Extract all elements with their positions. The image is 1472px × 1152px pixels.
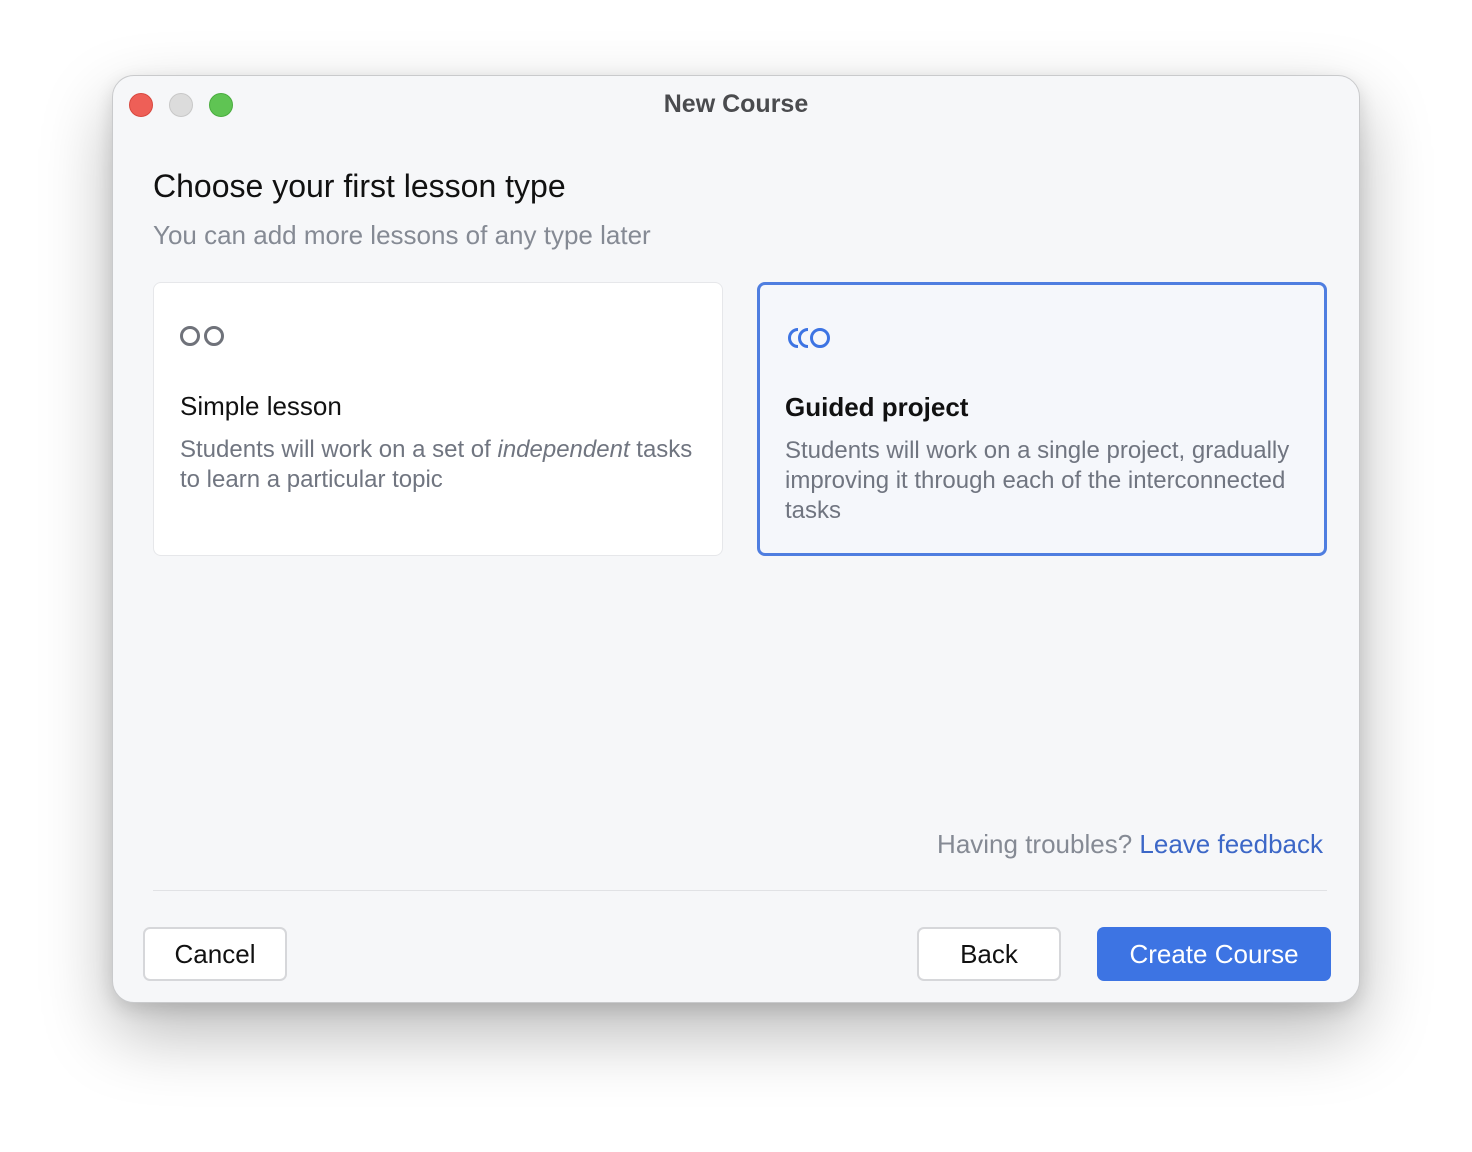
page-subtitle: You can add more lessons of any type lat… [153, 220, 651, 250]
lesson-type-description: Students will work on a single project, … [785, 437, 1290, 524]
lesson-type-title: Guided project [785, 392, 969, 422]
feedback-row: Having troubles? Leave feedback [937, 829, 1323, 860]
window-title: New Course [663, 90, 809, 118]
back-button[interactable]: Back [917, 927, 1061, 981]
lesson-type-title: Simple lesson [180, 391, 342, 421]
title-bar: New Course [113, 76, 1359, 134]
new-course-dialog: New Course Choose your first lesson type… [112, 75, 1360, 1003]
feedback-prompt: Having troubles? [937, 829, 1133, 859]
lesson-type-description: Students will work on a set of independe… [180, 436, 693, 493]
lesson-type-card-guided[interactable]: Guided project Students will work on a s… [757, 282, 1327, 556]
create-course-button[interactable]: Create Course [1097, 927, 1331, 981]
footer-divider [153, 890, 1327, 891]
cancel-button[interactable]: Cancel [143, 927, 287, 981]
lesson-type-card-simple[interactable]: Simple lesson Students will work on a se… [153, 282, 723, 556]
chained-circles-icon [785, 326, 833, 355]
two-circles-icon [180, 325, 226, 352]
leave-feedback-link[interactable]: Leave feedback [1139, 829, 1323, 859]
page-title: Choose your first lesson type [153, 168, 566, 204]
